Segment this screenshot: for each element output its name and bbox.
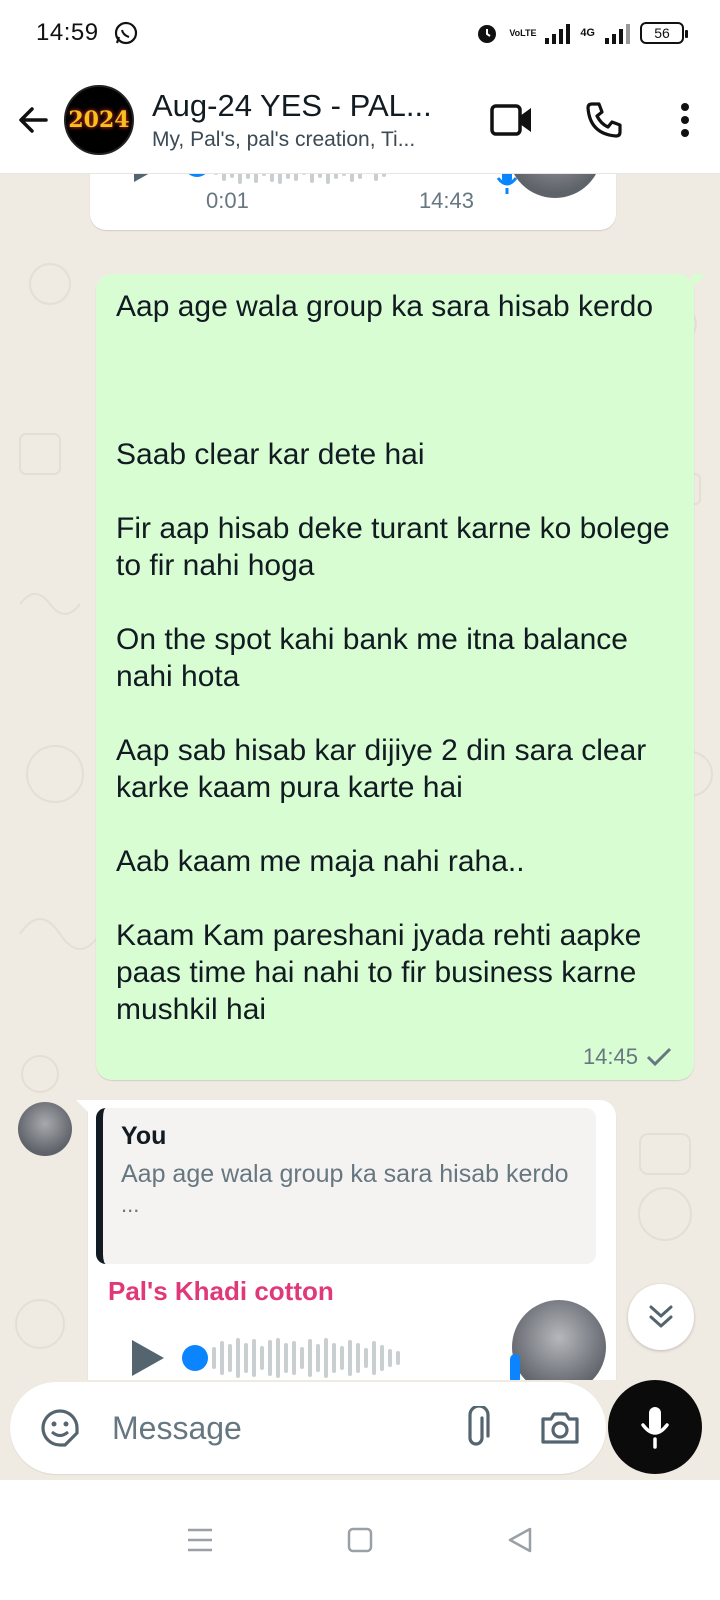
sender-avatar[interactable] — [18, 1102, 72, 1156]
message-input-box[interactable]: Message — [10, 1382, 606, 1474]
voice-call-button[interactable] — [558, 80, 650, 160]
voice-record-button[interactable] — [608, 1380, 702, 1474]
avatar-text: 2024 — [68, 106, 130, 133]
network-type: 4G — [580, 27, 595, 39]
chevron-double-down-icon — [649, 1305, 673, 1328]
status-icons: VoLTE 4G 56 — [475, 21, 688, 45]
single-tick-icon — [646, 1047, 672, 1067]
whatsapp-notification-icon — [114, 21, 137, 45]
chat-members: My, Pal's, pal's creation, Ti... — [152, 127, 416, 151]
voice-message-incoming: 0:01 14:43 — [90, 174, 616, 230]
home-button[interactable] — [330, 1510, 390, 1570]
menu-lines-icon — [188, 1528, 212, 1552]
voice-waveform[interactable] — [184, 174, 402, 184]
video-call-button[interactable] — [466, 80, 558, 160]
signal-1-icon — [545, 22, 571, 44]
quote-ellipsis: ... — [121, 1192, 140, 1217]
voice-player — [128, 1336, 400, 1380]
more-options-button[interactable] — [650, 80, 720, 160]
recents-button[interactable] — [170, 1510, 230, 1570]
alarm-icon — [478, 25, 497, 43]
volte-indicator: VoLTE — [509, 27, 537, 38]
chat-header: 2024 Aug-24 YES - PAL... My, Pal's, pal'… — [0, 66, 720, 174]
scroll-to-bottom-button[interactable] — [628, 1284, 694, 1350]
paperclip-icon — [468, 1406, 490, 1446]
message-meta: 14:45 — [583, 1044, 672, 1070]
chat-title: Aug-24 YES - PAL... — [152, 87, 432, 123]
triangle-back-icon — [508, 1527, 532, 1553]
voice-progress-knob[interactable] — [184, 174, 210, 177]
chat-title-area[interactable]: Aug-24 YES - PAL... My, Pal's, pal's cre… — [152, 88, 452, 152]
quoted-message[interactable]: You Aap age wala group ka sara hisab ker… — [96, 1108, 596, 1264]
group-avatar[interactable]: 2024 — [64, 84, 134, 155]
camera-icon — [541, 1412, 579, 1444]
mic-icon — [496, 174, 518, 194]
battery-level: 56 — [654, 25, 670, 41]
back-nav-button[interactable] — [490, 1510, 550, 1570]
voice-waveform[interactable] — [182, 1338, 400, 1378]
arrow-left-icon — [19, 106, 48, 133]
quote-author: You — [121, 1122, 167, 1150]
camera-button[interactable] — [530, 1398, 590, 1458]
status-bar: 14:59 VoLTE 4G 56 — [0, 0, 720, 66]
message-input[interactable]: Message — [112, 1410, 432, 1447]
more-vertical-icon — [681, 102, 689, 137]
sender-name[interactable]: Pal's Khadi cotton — [108, 1276, 334, 1307]
square-home-icon — [347, 1527, 373, 1553]
phone-icon — [586, 101, 622, 138]
message-time: 14:43 — [418, 188, 474, 213]
quote-text: Aap age wala group ka sara hisab kerdo — [121, 1160, 569, 1188]
attach-button[interactable] — [446, 1398, 506, 1458]
voice-progress-knob[interactable] — [182, 1345, 208, 1371]
mic-icon — [641, 1407, 669, 1449]
play-icon[interactable] — [128, 1336, 168, 1380]
chat-area[interactable]: 0:01 14:43 Aap age wala group ka sara hi… — [0, 174, 720, 1404]
battery-icon: 56 — [640, 22, 688, 44]
signal-2-icon — [605, 22, 630, 44]
system-navigation-bar — [0, 1480, 720, 1600]
video-call-icon — [490, 103, 531, 136]
message-time: 14:45 — [582, 1044, 638, 1069]
voice-sender-avatar — [508, 174, 602, 198]
emoji-sticker-button[interactable] — [30, 1398, 90, 1458]
voice-duration: 0:01 — [206, 188, 249, 213]
message-composer: Message — [0, 1380, 720, 1480]
status-time: 14:59 — [36, 19, 99, 46]
sticker-icon — [41, 1409, 79, 1447]
outgoing-message[interactable]: Aap age wala group ka sara hisab kerdo S… — [96, 274, 706, 1080]
message-text: Aap age wala group ka sara hisab kerdo S… — [116, 290, 670, 1026]
play-icon[interactable] — [130, 174, 170, 186]
back-button[interactable] — [4, 66, 64, 174]
incoming-reply-message[interactable]: You Aap age wala group ka sara hisab ker… — [76, 1100, 616, 1394]
